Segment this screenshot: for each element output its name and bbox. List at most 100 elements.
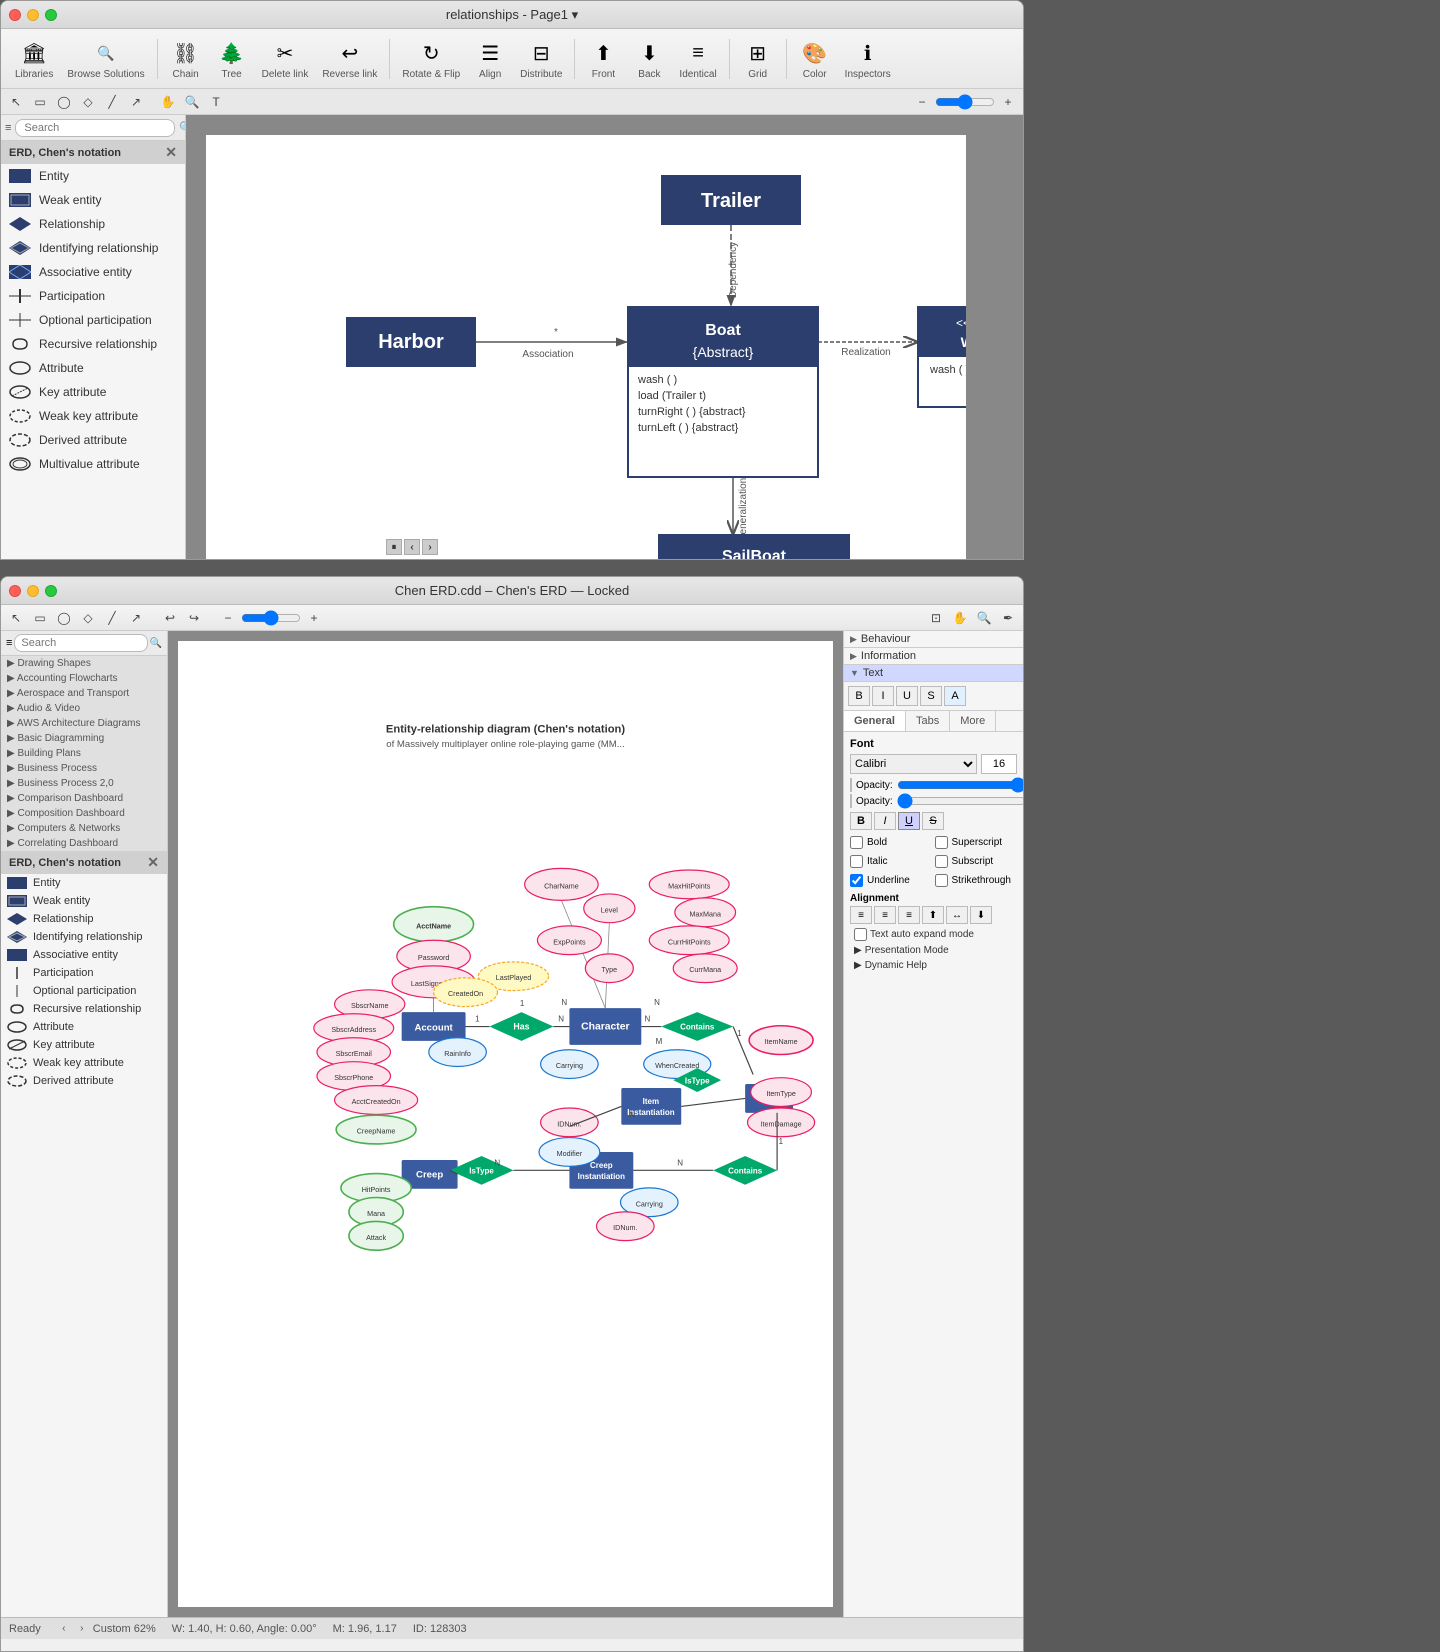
tab-tabs[interactable]: Tabs: [906, 711, 950, 731]
nav-pause-btn[interactable]: ⏸: [386, 539, 402, 555]
group-title-basic[interactable]: ▶ Basic Diagramming: [1, 731, 167, 746]
front-button[interactable]: ⬆ Front: [581, 33, 625, 84]
italic-format-btn[interactable]: I: [872, 686, 894, 706]
zoom-in-b[interactable]: +: [303, 608, 325, 628]
align-right-btn[interactable]: ≡: [898, 906, 920, 924]
diamond-tool[interactable]: ◇: [77, 92, 99, 112]
sidebar-item-id-rel-b[interactable]: Identifying relationship: [1, 928, 167, 946]
sidebar-search-btn-b[interactable]: 🔍: [148, 636, 164, 651]
identical-button[interactable]: ≡ Identical: [673, 33, 722, 84]
sidebar-item-derived-attr[interactable]: Derived attribute: [1, 428, 185, 452]
bold-checkbox-row[interactable]: Bold: [850, 836, 933, 849]
sidebar-item-key-attr-b[interactable]: Key attribute: [1, 1036, 167, 1054]
sidebar-item-recursive-rel[interactable]: Recursive relationship: [1, 332, 185, 356]
stroke-color-swatch[interactable]: [850, 794, 852, 808]
dynamic-help-btn[interactable]: ▶ Dynamic Help: [850, 958, 1017, 973]
strikethrough-checkbox[interactable]: [935, 874, 948, 887]
group-title-drawing[interactable]: ▶ Drawing Shapes: [1, 656, 167, 671]
distribute-button[interactable]: ⊟ Distribute: [514, 33, 568, 84]
presentation-mode-btn[interactable]: ▶ Presentation Mode: [850, 943, 1017, 958]
chain-button[interactable]: ⛓ Chain: [164, 33, 208, 84]
align-top-btn[interactable]: ⬆: [922, 906, 944, 924]
sidebar-search-b[interactable]: [14, 634, 147, 652]
diamond-tool-b[interactable]: ◇: [77, 608, 99, 628]
sidebar-list-btn-b[interactable]: ≡: [4, 635, 14, 651]
sidebar-close-icon[interactable]: ✕: [165, 144, 177, 161]
zoom-slider-b[interactable]: [241, 610, 301, 626]
zoom-out-b[interactable]: −: [217, 608, 239, 628]
sidebar-item-attr-b[interactable]: Attribute: [1, 1018, 167, 1036]
text-auto-expand-btn[interactable]: Text auto expand mode: [850, 926, 1017, 943]
bold-style-btn[interactable]: B: [850, 812, 872, 830]
nav-prev-b[interactable]: ‹: [57, 1622, 71, 1636]
italic-checkbox[interactable]: [850, 855, 863, 868]
tab-more[interactable]: More: [950, 711, 996, 731]
undo-btn[interactable]: ↩: [159, 608, 181, 628]
search-btn-b[interactable]: 🔍: [973, 608, 995, 628]
sidebar-item-weak-entity[interactable]: Weak entity: [1, 188, 185, 212]
sidebar-search-icon[interactable]: 🔍: [179, 119, 186, 137]
sidebar-item-relationship[interactable]: Relationship: [1, 212, 185, 236]
cursor-tool[interactable]: ↖: [5, 92, 27, 112]
bold-format-btn[interactable]: B: [848, 686, 870, 706]
sidebar-close-b[interactable]: ✕: [147, 854, 159, 871]
reverse-link-button[interactable]: ↩ Reverse link: [316, 33, 383, 84]
hand-tool-b[interactable]: ✋: [949, 608, 971, 628]
zoom-fit-b[interactable]: ⊡: [925, 608, 947, 628]
canvas-bottom[interactable]: Entity-relationship diagram (Chen's nota…: [168, 631, 843, 1617]
strike-style-btn[interactable]: S: [922, 812, 944, 830]
italic-checkbox-row[interactable]: Italic: [850, 855, 933, 868]
libraries-button[interactable]: 🏛 Libraries: [9, 33, 59, 84]
redo-btn[interactable]: ↪: [183, 608, 205, 628]
sidebar-item-derived-b[interactable]: Derived attribute: [1, 1072, 167, 1090]
rect-tool[interactable]: ▭: [29, 92, 51, 112]
sidebar-item-assoc-b[interactable]: Associative entity: [1, 946, 167, 964]
minimize-button-bottom[interactable]: [27, 585, 39, 597]
connector-tool-b[interactable]: ↗: [125, 608, 147, 628]
text-color-btn[interactable]: A: [944, 686, 966, 706]
group-title-correlating[interactable]: ▶ Correlating Dashboard: [1, 836, 167, 851]
sidebar-item-part-b[interactable]: Participation: [1, 964, 167, 982]
rotate-button[interactable]: ↻ Rotate & Flip: [396, 33, 466, 84]
sidebar-item-rel-b[interactable]: Relationship: [1, 910, 167, 928]
align-middle-btn[interactable]: ↔: [946, 906, 968, 924]
maximize-button-bottom[interactable]: [45, 585, 57, 597]
sidebar-item-optional-part[interactable]: Optional participation: [1, 308, 185, 332]
inspectors-button[interactable]: ℹ Inspectors: [839, 33, 897, 84]
opacity-slider-2[interactable]: [897, 796, 1024, 806]
tree-button[interactable]: 🌲 Tree: [210, 33, 254, 84]
sidebar-item-entity-b[interactable]: Entity: [1, 874, 167, 892]
group-title-composition[interactable]: ▶ Composition Dashboard: [1, 806, 167, 821]
align-left-btn[interactable]: ≡: [850, 906, 872, 924]
sidebar-item-weak-key-b[interactable]: Weak key attribute: [1, 1054, 167, 1072]
subscript-checkbox[interactable]: [935, 855, 948, 868]
strikethrough-format-btn[interactable]: S: [920, 686, 942, 706]
line-tool[interactable]: ╱: [101, 92, 123, 112]
font-size-input[interactable]: [981, 754, 1017, 774]
delete-link-button[interactable]: ✂ Delete link: [256, 33, 315, 84]
sidebar-item-identifying-rel[interactable]: Identifying relationship: [1, 236, 185, 260]
group-title-aerospace[interactable]: ▶ Aerospace and Transport: [1, 686, 167, 701]
group-title-computers[interactable]: ▶ Computers & Networks: [1, 821, 167, 836]
align-bottom-btn[interactable]: ⬇: [970, 906, 992, 924]
text-auto-checkbox[interactable]: [854, 928, 867, 941]
underline-format-btn[interactable]: U: [896, 686, 918, 706]
rect-tool-b[interactable]: ▭: [29, 608, 51, 628]
sidebar-item-multivalue-attr[interactable]: Multivalue attribute: [1, 452, 185, 476]
opacity-slider-1[interactable]: [897, 780, 1024, 790]
italic-style-btn[interactable]: I: [874, 812, 896, 830]
sidebar-item-rec-rel-b[interactable]: Recursive relationship: [1, 1000, 167, 1018]
group-title-audio[interactable]: ▶ Audio & Video: [1, 701, 167, 716]
nav-next-b[interactable]: ›: [75, 1622, 89, 1636]
canvas-top[interactable]: Dependency * Association Realization Gen…: [186, 115, 1023, 559]
underline-checkbox[interactable]: [850, 874, 863, 887]
sidebar-item-weak-entity-b[interactable]: Weak entity: [1, 892, 167, 910]
sidebar-item-weak-key-attr[interactable]: Weak key attribute: [1, 404, 185, 428]
nav-prev-btn[interactable]: ‹: [404, 539, 420, 555]
group-title-business[interactable]: ▶ Business Process: [1, 761, 167, 776]
close-button-top[interactable]: [9, 9, 21, 21]
align-button[interactable]: ☰ Align: [468, 33, 512, 84]
zoom-out-btn[interactable]: −: [911, 92, 933, 112]
bold-checkbox[interactable]: [850, 836, 863, 849]
font-name-select[interactable]: Calibri: [850, 754, 977, 774]
